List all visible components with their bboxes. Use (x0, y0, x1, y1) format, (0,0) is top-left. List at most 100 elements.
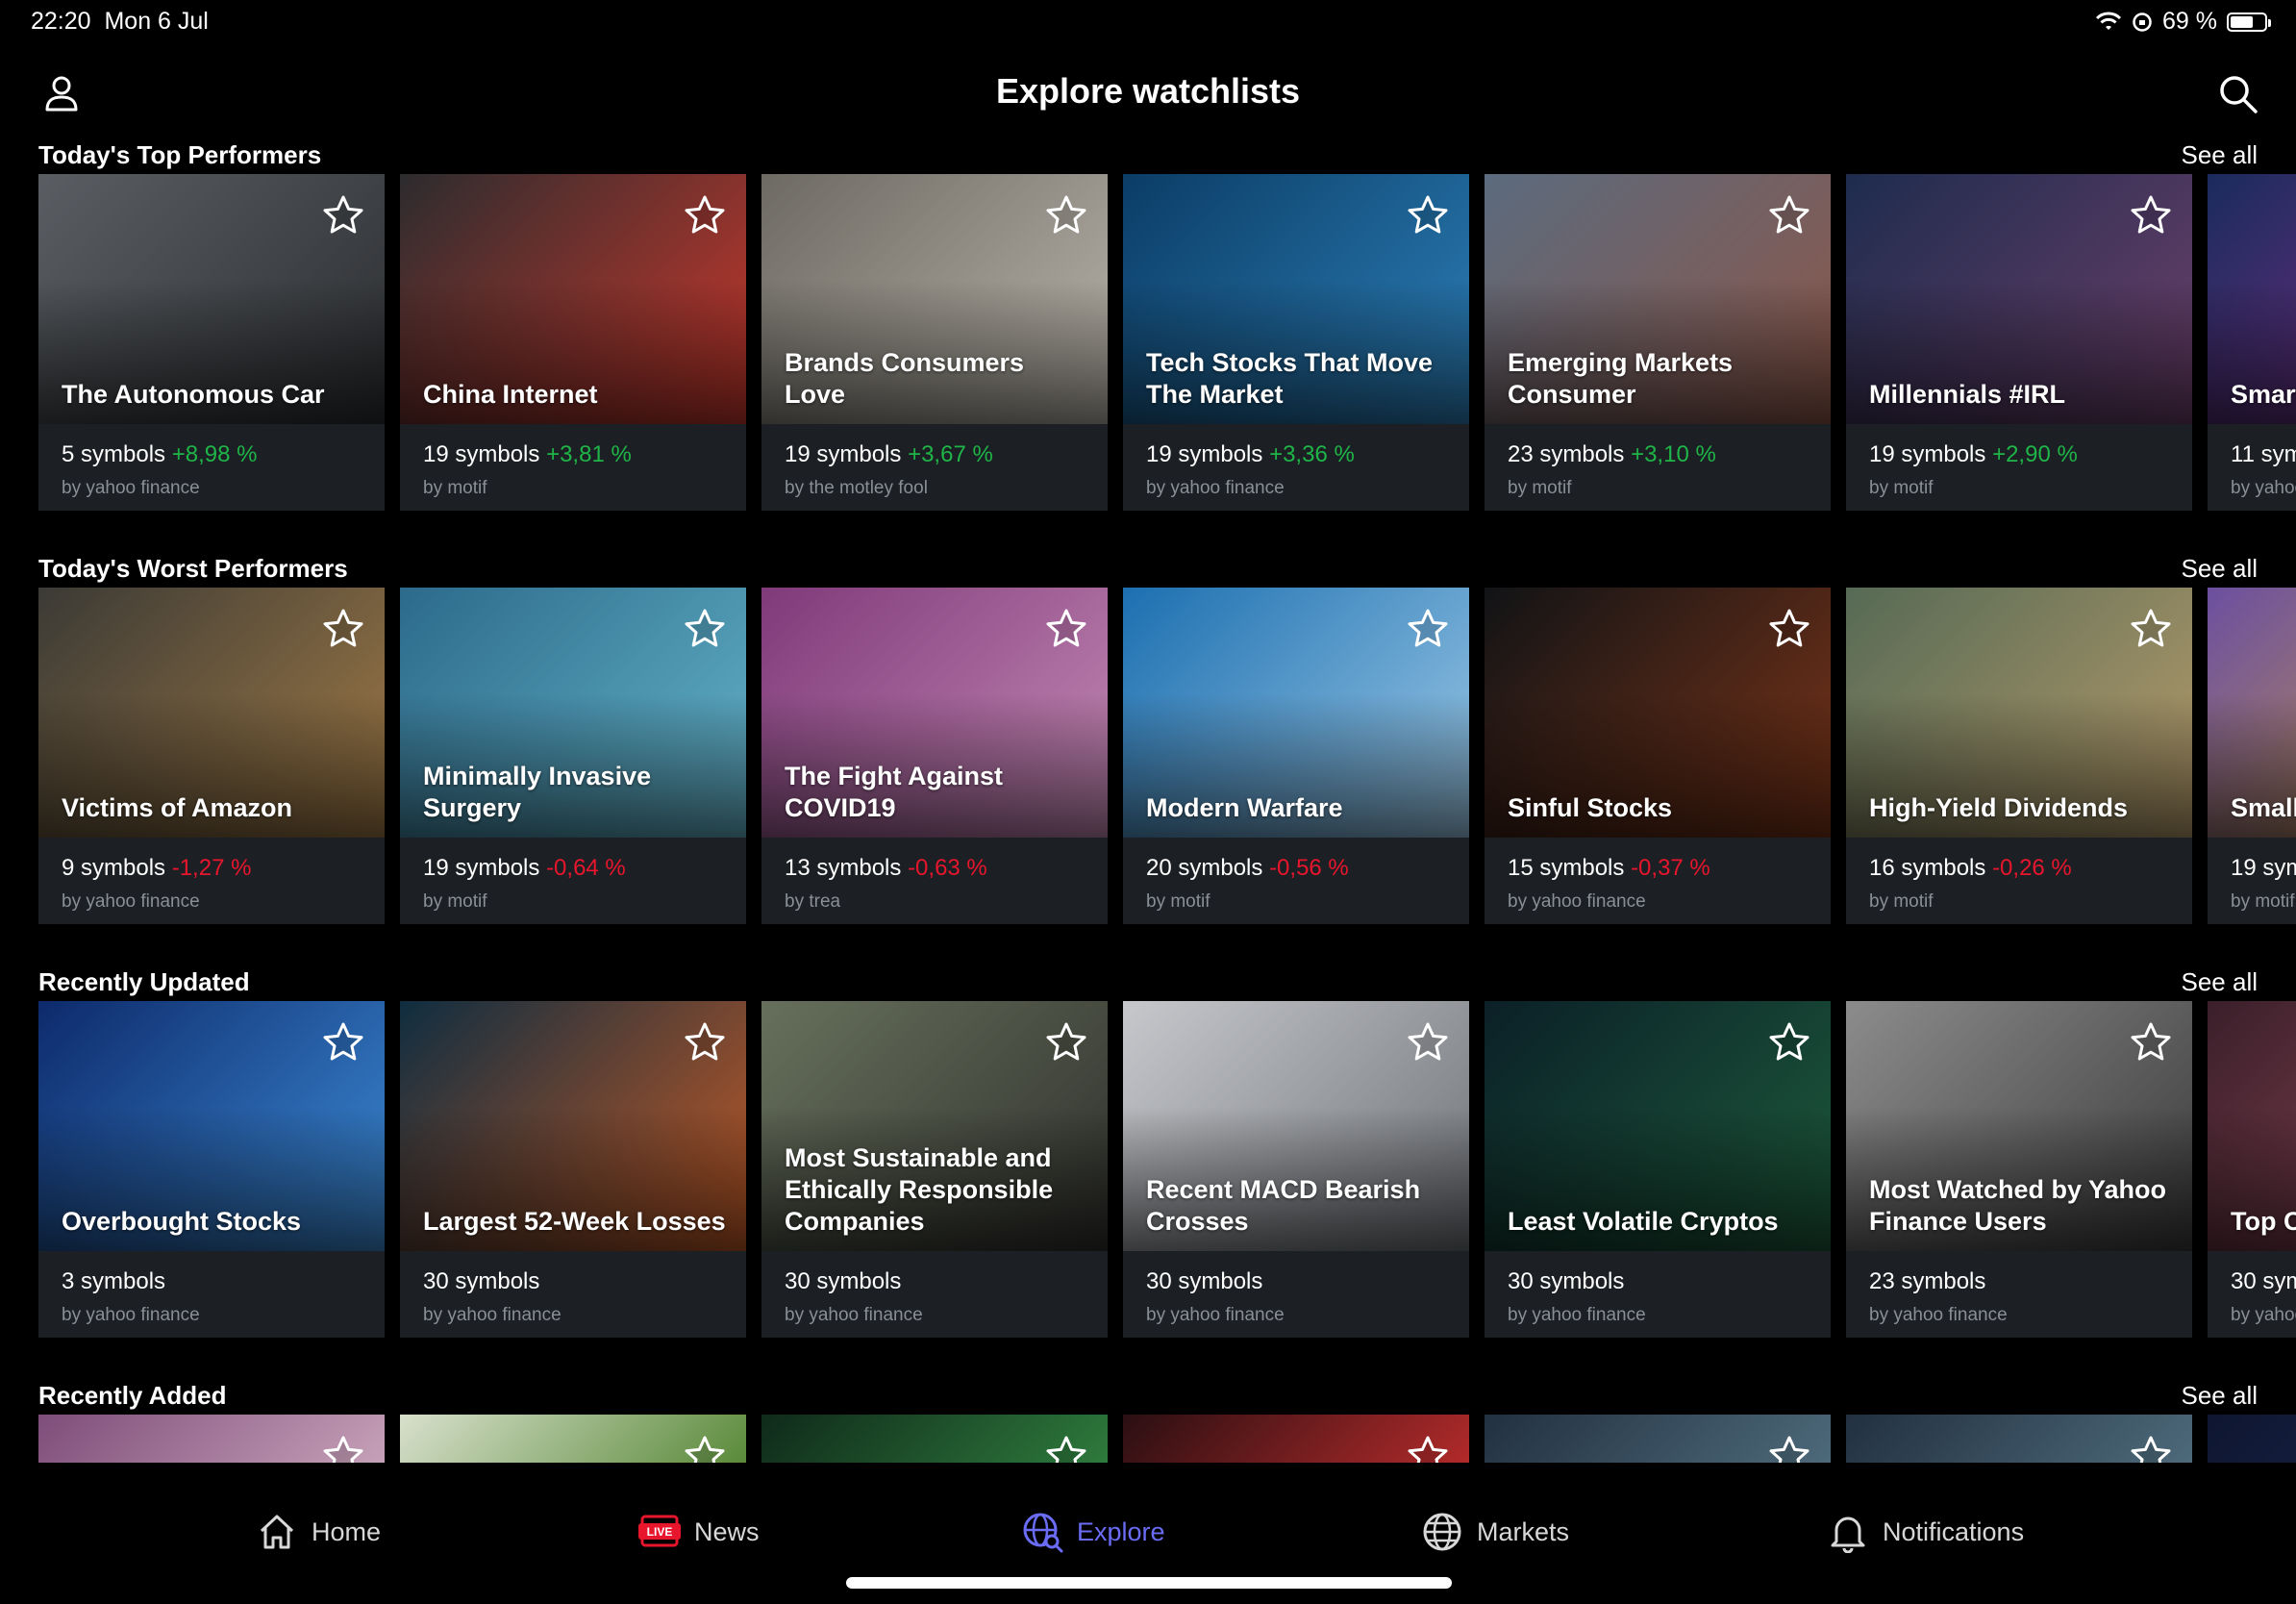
percent-change: +3,81 % (546, 441, 632, 467)
watchlist-card[interactable]: High-Yield Dividends 16 symbols -0,26 % by… (1846, 588, 2192, 924)
star-icon[interactable] (1044, 1020, 1088, 1065)
watchlist-card[interactable]: Emerging Markets Consumer 23 symbols +3,1… (1485, 174, 1831, 511)
watchlist-card[interactable]: China Internet 19 symbols +3,81 % by motif (400, 174, 746, 511)
star-icon[interactable] (321, 193, 365, 238)
star-icon[interactable] (1406, 607, 1450, 651)
watchlist-author: by motif (1146, 891, 1210, 912)
nav-markets[interactable]: Markets (1421, 1508, 1569, 1556)
watchlist-author: by yahoo finance (1146, 1305, 1285, 1325)
watchlist-card[interactable]: Recent MACD Bearish Crosses 30 symbols by… (1123, 1001, 1469, 1338)
percent-change: -0,26 % (1992, 855, 2072, 881)
watchlist-title: Smart (2231, 380, 2296, 409)
nav-news[interactable]: LIVE News (638, 1508, 760, 1556)
star-icon[interactable] (2129, 1020, 2173, 1065)
watchlist-meta: 19 symbols (2231, 855, 2296, 882)
watchlist-author: by yahoo finance (62, 478, 200, 498)
watchlist-card[interactable]: Victims of Amazon 9 symbols -1,27 % by yah… (38, 588, 385, 924)
watchlist-meta: 5 symbols +8,98 % (62, 441, 257, 468)
nav-home[interactable]: Home (256, 1508, 381, 1556)
watchlist-card[interactable]: Most Sustainable and Ethically Responsib… (761, 1001, 1108, 1338)
watchlist-author: by yahoo finance (1508, 891, 1646, 912)
watchlist-card[interactable]: Minimally Invasive Surgery 19 symbols -0,… (400, 588, 746, 924)
star-icon[interactable] (1044, 607, 1088, 651)
watchlist-title: Least Volatile Cryptos (1508, 1207, 1779, 1236)
symbol-count: 5 symbols (62, 441, 166, 467)
star-icon[interactable] (1767, 1434, 1811, 1463)
symbol-count: 30 symbols (1146, 1268, 1263, 1294)
star-icon[interactable] (1406, 1020, 1450, 1065)
watchlist-card[interactable]: Modern Warfare 20 symbols -0,56 % by motif (1123, 588, 1469, 924)
watchlist-card[interactable]: Brands Consumers Love 19 symbols +3,67 % b… (761, 174, 1108, 511)
watchlist-card[interactable]: The Fight Against COVID19 13 symbols -0,6… (761, 588, 1108, 924)
see-all-link[interactable]: See all (2182, 140, 2259, 170)
see-all-link[interactable]: See all (2182, 1381, 2259, 1411)
watchlist-card[interactable] (400, 1415, 746, 1463)
star-icon[interactable] (683, 193, 727, 238)
section-title: Today's Worst Performers (38, 554, 348, 583)
watchlist-title: Minimally Invasive Surgery (423, 762, 652, 822)
watchlist-card[interactable]: Millennials #IRL 19 symbols +2,90 % by mot… (1846, 174, 2192, 511)
watchlist-title: Most Sustainable and Ethically Responsib… (785, 1143, 1054, 1236)
watchlist-thumbnail (2208, 1415, 2296, 1463)
symbol-count: 11 symbols (2231, 441, 2296, 467)
card-carousel[interactable]: The Autonomous Car 5 symbols +8,98 % by ya… (38, 174, 2296, 511)
watchlist-card[interactable]: Overbought Stocks 3 symbols by yahoo fina… (38, 1001, 385, 1338)
card-carousel[interactable]: Victims of Amazon 9 symbols -1,27 % by yah… (38, 588, 2296, 924)
watchlist-meta: 30 symbols (423, 1268, 539, 1295)
star-icon[interactable] (1767, 193, 1811, 238)
star-icon[interactable] (683, 1434, 727, 1463)
percent-change: -0,37 % (1631, 855, 1710, 881)
star-icon[interactable] (321, 607, 365, 651)
watchlist-card[interactable] (38, 1415, 385, 1463)
watchlist-author: by yahoo finance (785, 1305, 923, 1325)
watchlist-card[interactable] (2208, 1415, 2296, 1463)
percent-change: -0,64 % (546, 855, 626, 881)
watchlist-card[interactable]: Tech Stocks That Move The Market 19 symbo… (1123, 174, 1469, 511)
battery-icon (2227, 12, 2271, 32)
star-icon[interactable] (683, 1020, 727, 1065)
star-icon[interactable] (2129, 607, 2173, 651)
wifi-icon (2095, 12, 2122, 30)
star-icon[interactable] (1406, 193, 1450, 238)
watchlist-thumbnail: Small (2208, 588, 2296, 838)
watchlist-meta: 9 symbols -1,27 % (62, 855, 251, 882)
watchlist-card[interactable]: Sinful Stocks 15 symbols -0,37 % by yahoo … (1485, 588, 1831, 924)
watchlist-card[interactable] (1485, 1415, 1831, 1463)
watchlist-card[interactable]: The Autonomous Car 5 symbols +8,98 % by ya… (38, 174, 385, 511)
watchlist-card[interactable]: Small 19 symbols by motif (2208, 588, 2296, 924)
watchlist-author: by motif (1869, 478, 1934, 498)
star-icon[interactable] (1406, 1434, 1450, 1463)
card-carousel[interactable]: Overbought Stocks 3 symbols by yahoo fina… (38, 1001, 2296, 1338)
watchlist-card[interactable]: Top C Mark 30 symbols by yahoo finance (2208, 1001, 2296, 1338)
top-bar: Explore watchlists (0, 58, 2296, 127)
symbol-count: 15 symbols (1508, 855, 1625, 881)
watchlist-title: Recent MACD Bearish Crosses (1146, 1175, 1421, 1236)
star-icon[interactable] (683, 607, 727, 651)
search-icon[interactable] (2215, 71, 2261, 117)
watchlist-card[interactable]: Largest 52-Week Losses 30 symbols by yaho… (400, 1001, 746, 1338)
globe-icon (1423, 1513, 1461, 1551)
symbol-count: 19 symbols (1869, 441, 1986, 467)
symbol-count: 23 symbols (1508, 441, 1625, 467)
see-all-link[interactable]: See all (2182, 967, 2259, 997)
star-icon[interactable] (2129, 193, 2173, 238)
star-icon[interactable] (1767, 1020, 1811, 1065)
watchlist-card[interactable] (1123, 1415, 1469, 1463)
star-icon[interactable] (2129, 1434, 2173, 1463)
see-all-link[interactable]: See all (2182, 554, 2259, 584)
section-header: Recently Updated See all (38, 967, 2258, 1006)
nav-explore[interactable]: Explore (1021, 1508, 1165, 1556)
star-icon[interactable] (1767, 607, 1811, 651)
watchlist-card[interactable]: Least Volatile Cryptos 30 symbols by yaho… (1485, 1001, 1831, 1338)
watchlist-card[interactable] (1846, 1415, 2192, 1463)
star-icon[interactable] (1044, 1434, 1088, 1463)
star-icon[interactable] (321, 1020, 365, 1065)
watchlist-card[interactable]: Smart 11 symbols by yahoo finance (2208, 174, 2296, 511)
star-icon[interactable] (1044, 193, 1088, 238)
nav-notifications[interactable]: Notifications (1827, 1508, 2024, 1556)
star-icon[interactable] (321, 1434, 365, 1463)
watchlist-card[interactable] (761, 1415, 1108, 1463)
watchlist-meta: 15 symbols -0,37 % (1508, 855, 1710, 882)
card-carousel[interactable] (38, 1415, 2296, 1463)
watchlist-card[interactable]: Most Watched by Yahoo Finance Users 23 sy… (1846, 1001, 2192, 1338)
